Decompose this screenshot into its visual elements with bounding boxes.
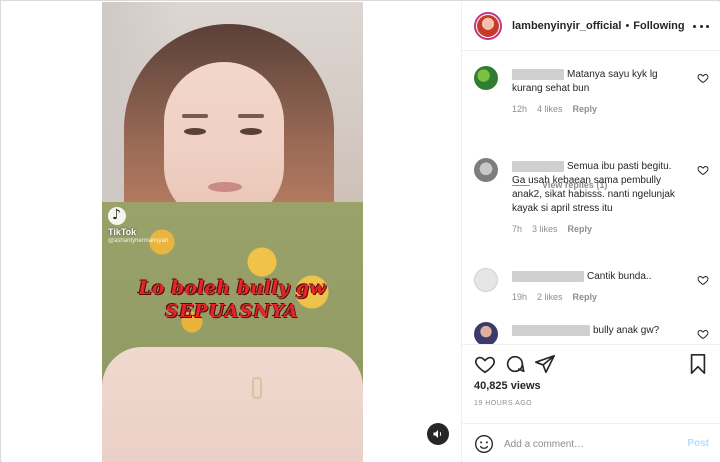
save-icon[interactable]: [687, 353, 709, 375]
view-count[interactable]: 40,825 views: [474, 380, 541, 392]
like-heart-icon[interactable]: [697, 164, 709, 176]
lips: [208, 182, 242, 192]
post-timestamp: 19 HOURS AGO: [474, 400, 533, 407]
commenter-username-redacted[interactable]: [512, 324, 590, 336]
author-avatar[interactable]: [474, 12, 502, 40]
add-comment-bar: Post: [462, 423, 720, 462]
author-username[interactable]: lambenyinyir_official: [512, 20, 621, 32]
comment-input[interactable]: [504, 434, 674, 454]
commenter-username-redacted[interactable]: [512, 68, 564, 80]
comment-time: 7h: [512, 224, 523, 234]
comment-meta: 7h 3 likes Reply: [512, 222, 682, 236]
left-brow: [182, 114, 208, 118]
video-face: [164, 62, 284, 222]
commenter-username-redacted[interactable]: [512, 270, 584, 282]
caption-line-2: SEPUASNYA: [165, 301, 299, 322]
post-button[interactable]: Post: [687, 438, 709, 449]
sound-toggle-button[interactable]: [427, 423, 449, 445]
comment-text: bully anak gw?: [593, 325, 660, 336]
avatar-image: [477, 15, 499, 37]
comment-body: Semua ibu pasti begitu. Ga usah kebaean …: [512, 160, 682, 236]
commenter-username-redacted[interactable]: [512, 160, 564, 172]
commenter-avatar[interactable]: [474, 322, 498, 344]
commenter-avatar[interactable]: [474, 158, 498, 182]
instagram-post: TikTok @ashantyhermansyah Lo boleh bully…: [0, 0, 720, 462]
more-options-icon[interactable]: [693, 18, 709, 34]
right-eye: [240, 128, 262, 135]
video-caption: Lo boleh bully gw SEPUASNYA: [132, 276, 332, 324]
video-player[interactable]: TikTok @ashantyhermansyah Lo boleh bully…: [102, 2, 363, 462]
comment-body: Matanya sayu kyk lg kurang sehat bun 12h…: [512, 68, 682, 116]
comment-meta: 12h 4 likes Reply: [512, 102, 682, 116]
comment-likes[interactable]: 4 likes: [537, 102, 563, 116]
right-brow: [238, 114, 264, 118]
comment-icon[interactable]: [504, 353, 526, 375]
like-icon[interactable]: [474, 353, 496, 375]
comment-likes[interactable]: 2 likes: [537, 290, 563, 304]
comment-body: bully anak gw?: [512, 324, 682, 338]
comment-body: Cantik bunda.. 19h 2 likes Reply: [512, 270, 682, 304]
reply-button[interactable]: Reply: [568, 222, 593, 236]
tiktok-watermark: TikTok @ashantyhermansyah: [108, 207, 168, 244]
video-arms: [102, 347, 363, 462]
post-actions: 40,825 views 19 HOURS AGO Post: [462, 344, 720, 462]
tiktok-icon: [108, 207, 126, 225]
post-sidebar: lambenyinyir_official • Following Matany…: [461, 2, 720, 462]
commenter-avatar[interactable]: [474, 66, 498, 90]
like-heart-icon[interactable]: [697, 72, 709, 84]
caption-line-1: Lo boleh bully gw: [138, 277, 326, 299]
commenter-avatar[interactable]: [474, 268, 498, 292]
comments-list[interactable]: Matanya sayu kyk lg kurang sehat bun 12h…: [462, 52, 720, 344]
comment-meta: 19h 2 likes Reply: [512, 290, 682, 304]
speaker-icon: [433, 430, 442, 438]
reply-button[interactable]: Reply: [573, 290, 598, 304]
bracelet: [252, 377, 262, 399]
comment-time: 12h: [512, 104, 528, 114]
following-button[interactable]: Following: [633, 20, 684, 32]
media-area: TikTok @ashantyhermansyah Lo boleh bully…: [2, 2, 461, 462]
tiktok-handle: @ashantyhermansyah: [108, 238, 169, 244]
like-heart-icon[interactable]: [697, 328, 709, 340]
share-icon[interactable]: [534, 353, 556, 375]
comment-time: 19h: [512, 292, 528, 302]
like-heart-icon[interactable]: [697, 274, 709, 286]
left-eye: [184, 128, 206, 135]
comment-text: Cantik bunda..: [587, 271, 652, 282]
action-icons-row: [474, 353, 709, 377]
post-header: lambenyinyir_official • Following: [462, 2, 720, 51]
header-separator: •: [625, 20, 630, 32]
tiktok-label: TikTok: [108, 227, 137, 237]
comment-likes[interactable]: 3 likes: [532, 222, 558, 236]
reply-button[interactable]: Reply: [573, 102, 598, 116]
emoji-icon[interactable]: [474, 434, 494, 454]
